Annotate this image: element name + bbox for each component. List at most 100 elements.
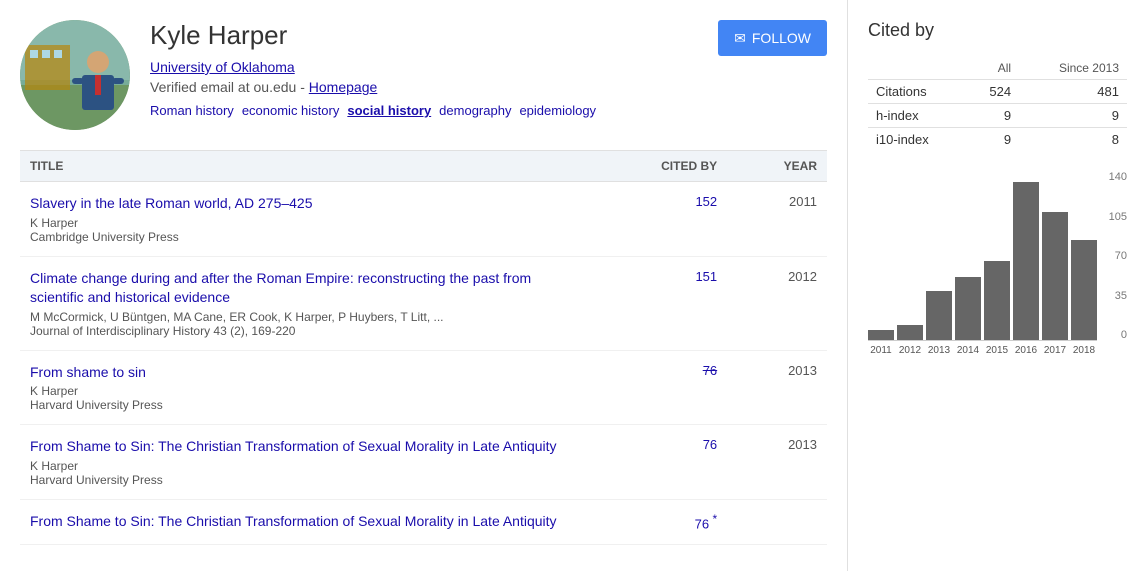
right-panel: Cited by All Since 2013 Citations524481h… (847, 0, 1147, 571)
table-row: From shame to sinK HarperHarvard Univers… (20, 350, 827, 425)
bar-year-label: 2017 (1042, 345, 1068, 356)
avatar (20, 20, 130, 130)
mail-icon: ✉ (734, 30, 746, 47)
profile-tags: Roman history economic history social hi… (150, 103, 596, 118)
stats-cell-since: 9 (1019, 104, 1127, 128)
bar-wrapper (984, 261, 1010, 340)
bar-year-label: 2013 (926, 345, 952, 356)
bar (1071, 240, 1097, 340)
table-row: Climate change during and after the Roma… (20, 256, 827, 350)
asterisk-marker: * (709, 512, 717, 526)
stats-col-label (868, 57, 966, 80)
bar (1042, 212, 1068, 340)
table-row: Slavery in the late Roman world, AD 275–… (20, 182, 827, 257)
col-cited: CITED BY (585, 151, 727, 182)
y-axis-labels: 140 105 70 35 0 (1102, 171, 1127, 341)
pub-title[interactable]: Slavery in the late Roman world, AD 275–… (30, 194, 575, 214)
cited-count[interactable]: 152 (695, 194, 717, 209)
bar-year-label: 2018 (1071, 345, 1097, 356)
bar-wrapper (868, 330, 894, 340)
y-axis-label: 0 (1102, 329, 1127, 341)
pub-authors: K Harper (30, 384, 575, 398)
cited-count[interactable]: 76 (695, 516, 709, 531)
bar-year-label: 2011 (868, 345, 894, 356)
profile-name: Kyle Harper (150, 20, 596, 51)
stats-row: h-index99 (868, 104, 1127, 128)
stats-cell-all: 9 (966, 104, 1020, 128)
y-axis-label: 35 (1102, 290, 1127, 302)
bars-container (868, 171, 1097, 341)
bar (897, 325, 923, 340)
tag-social-history[interactable]: social history (347, 103, 431, 118)
stats-row: Citations524481 (868, 80, 1127, 104)
bar-wrapper (926, 291, 952, 340)
bar-year-label: 2015 (984, 345, 1010, 356)
pub-cited-cell: 151 (585, 256, 727, 350)
pub-title[interactable]: From shame to sin (30, 363, 575, 383)
pub-year: 2011 (727, 182, 827, 257)
bar-year-label: 2014 (955, 345, 981, 356)
cited-by-title: Cited by (868, 20, 1127, 41)
bar-wrapper (1071, 240, 1097, 340)
tag-epidemiology[interactable]: epidemiology (519, 103, 596, 118)
bar-wrapper (1013, 182, 1039, 340)
bar-labels: 20112012201320142015201620172018 (868, 341, 1097, 356)
pub-year (727, 499, 827, 544)
bar-wrapper (897, 325, 923, 340)
col-title: TITLE (20, 151, 585, 182)
y-axis-label: 105 (1102, 211, 1127, 223)
stats-col-since: Since 2013 (1019, 57, 1127, 80)
bar-chart: 20112012201320142015201620172018 140 105 7… (868, 171, 1127, 356)
y-axis-label: 70 (1102, 250, 1127, 262)
table-header: TITLE CITED BY YEAR (20, 151, 827, 182)
stats-cell-since: 8 (1019, 128, 1127, 152)
institution-link[interactable]: University of Oklahoma (150, 59, 596, 75)
pub-journal: Cambridge University Press (30, 230, 575, 244)
pub-title[interactable]: Climate change during and after the Roma… (30, 269, 575, 308)
pub-journal: Harvard University Press (30, 398, 575, 412)
pub-cited-cell: 76 * (585, 499, 727, 544)
tag-roman-history[interactable]: Roman history (150, 103, 234, 118)
profile-info: Kyle Harper University of Oklahoma Verif… (150, 20, 827, 118)
pub-cited-cell: 76 (585, 425, 727, 500)
follow-button[interactable]: ✉ FOLLOW (718, 20, 827, 56)
stats-cell-since: 481 (1019, 80, 1127, 104)
table-row: From Shame to Sin: The Christian Transfo… (20, 425, 827, 500)
col-year: YEAR (727, 151, 827, 182)
pub-cited-cell: 76 (585, 350, 727, 425)
cited-count[interactable]: 76 (703, 363, 717, 378)
pub-title[interactable]: From Shame to Sin: The Christian Transfo… (30, 512, 575, 532)
pub-authors: K Harper (30, 216, 575, 230)
pub-journal: Journal of Interdisciplinary History 43 … (30, 324, 575, 338)
tag-economic-history[interactable]: economic history (242, 103, 340, 118)
cited-count[interactable]: 151 (695, 269, 717, 284)
stats-col-all: All (966, 57, 1020, 80)
bar (955, 277, 981, 340)
bar (984, 261, 1010, 340)
stats-table: All Since 2013 Citations524481h-index99i… (868, 57, 1127, 151)
stats-cell-label: Citations (868, 80, 966, 104)
bar-year-label: 2012 (897, 345, 923, 356)
y-axis-label: 140 (1102, 171, 1127, 183)
stats-cell-all: 524 (966, 80, 1020, 104)
tag-demography[interactable]: demography (439, 103, 511, 118)
email-info: Verified email at ou.edu - Homepage (150, 79, 596, 95)
homepage-link[interactable]: Homepage (309, 79, 378, 95)
bar-year-label: 2016 (1013, 345, 1039, 356)
pub-year: 2013 (727, 425, 827, 500)
stats-cell-all: 9 (966, 128, 1020, 152)
pub-authors: M McCormick, U Büntgen, MA Cane, ER Cook… (30, 310, 575, 324)
stats-row: i10-index98 (868, 128, 1127, 152)
publications-table: TITLE CITED BY YEAR Slavery in the late … (20, 150, 827, 545)
stats-cell-label: h-index (868, 104, 966, 128)
pub-authors: K Harper (30, 459, 575, 473)
pub-title[interactable]: From Shame to Sin: The Christian Transfo… (30, 437, 575, 457)
pub-cited-cell: 152 (585, 182, 727, 257)
pub-year: 2013 (727, 350, 827, 425)
pub-year: 2012 (727, 256, 827, 350)
bar (1013, 182, 1039, 340)
bar (868, 330, 894, 340)
bar (926, 291, 952, 340)
pub-journal: Harvard University Press (30, 473, 575, 487)
cited-count[interactable]: 76 (703, 437, 717, 452)
